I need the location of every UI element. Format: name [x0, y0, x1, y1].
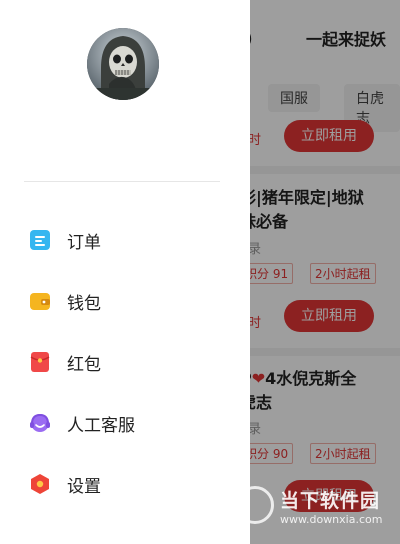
menu-item-customer-service[interactable]: 人工客服 — [0, 398, 250, 448]
menu-item-label: 钱包 — [67, 294, 101, 314]
drawer-divider — [24, 181, 220, 182]
watermark-text: 当下软件园 — [280, 490, 381, 512]
menu-item-label: 订单 — [67, 233, 101, 253]
menu-item-label: 人工客服 — [67, 416, 135, 436]
watermark-url: www.downxia.com — [280, 513, 383, 526]
menu-item-red-envelope[interactable]: 红包 — [0, 337, 250, 387]
settings-icon — [31, 474, 49, 494]
wallet-icon — [30, 293, 50, 310]
avatar[interactable] — [87, 28, 159, 100]
menu-item-settings[interactable]: 设置 — [0, 459, 250, 509]
red-envelope-icon — [30, 352, 50, 372]
menu-item-wallet[interactable]: 钱包 — [0, 276, 250, 326]
navigation-drawer: 订单 钱包 红包 人工客服 设置 — [0, 0, 250, 544]
order-icon — [30, 230, 50, 250]
menu-item-orders[interactable]: 订单 — [0, 215, 250, 265]
watermark: 当下软件园 www.downxia.com — [232, 486, 400, 534]
avatar-image — [87, 28, 159, 100]
menu-item-label: 红包 — [67, 355, 101, 375]
customer-service-icon — [30, 413, 50, 432]
menu-item-label: 设置 — [67, 477, 101, 497]
